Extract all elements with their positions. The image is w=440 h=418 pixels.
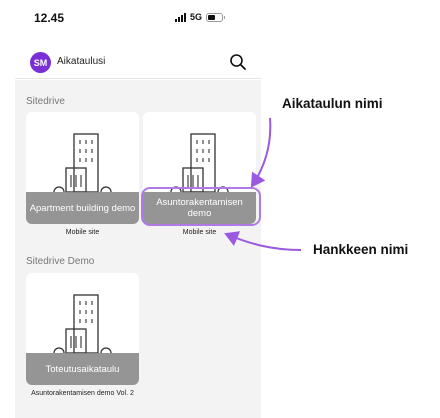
status-bar: 12.45 5G — [0, 0, 265, 36]
schedule-list[interactable]: Sitedrive Apartment building demo Mobile… — [15, 80, 261, 418]
search-icon[interactable] — [229, 53, 247, 71]
app-header: SM Aikataulusi — [15, 44, 261, 79]
card-caption: Asuntorakentamisen demo Vol. 2 — [31, 390, 134, 397]
schedule-card-toteutusaikataulu[interactable]: Toteutusaikataulu Asuntorakentamisen dem… — [26, 273, 139, 397]
schedule-tile[interactable]: Toteutusaikataulu — [26, 273, 139, 385]
tile-label: Toteutusaikataulu — [26, 353, 139, 385]
avatar[interactable]: SM — [30, 52, 51, 73]
battery-icon — [206, 12, 226, 22]
signal-icon — [175, 12, 186, 22]
network-type: 5G — [190, 12, 203, 22]
status-indicators: 5G — [175, 12, 226, 22]
schedule-tile[interactable]: Asuntorakentamisen demo — [143, 112, 256, 224]
card-caption: Mobile site — [65, 229, 100, 236]
tile-label: Apartment building demo — [26, 192, 139, 224]
schedule-card-asuntorakentamisen-demo[interactable]: Asuntorakentamisen demo Mobile site — [143, 112, 256, 236]
annotation-schedule-name: Aikataulun nimi — [282, 96, 383, 111]
page-title: Aikataulusi — [57, 56, 106, 67]
schedule-card-apartment-building-demo[interactable]: Apartment building demo Mobile site — [26, 112, 139, 236]
section-title-sitedrive-demo: Sitedrive Demo — [26, 256, 95, 267]
annotation-project-name: Hankkeen nimi — [313, 242, 409, 257]
schedule-tile[interactable]: Apartment building demo — [26, 112, 139, 224]
tile-label: Asuntorakentamisen demo — [143, 192, 256, 224]
card-caption: Mobile site — [182, 229, 217, 236]
section-title-sitedrive: Sitedrive — [26, 96, 65, 107]
status-time: 12.45 — [34, 11, 65, 25]
